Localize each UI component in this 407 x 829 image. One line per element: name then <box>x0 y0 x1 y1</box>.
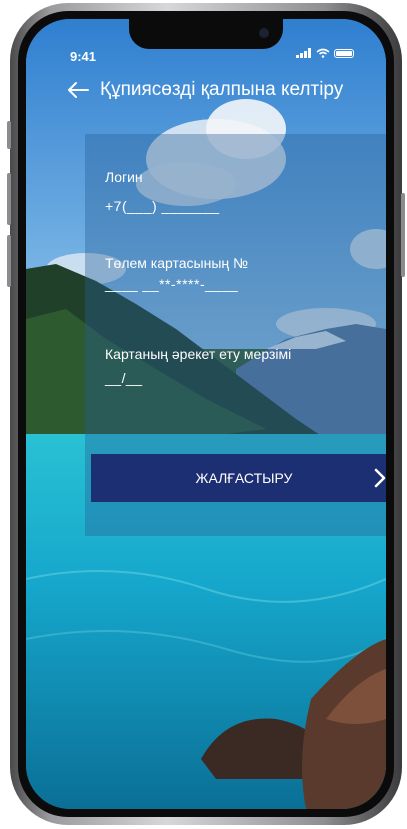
phone-frame: 9:41 Құпиясөзді қалпына келтіру Логин +7… <box>7 3 405 825</box>
page-header: Құпиясөзді қалпына келтіру <box>66 79 343 101</box>
mute-switch <box>7 121 11 149</box>
expiry-label: Картаның әрекет ету мерзімі <box>105 346 292 362</box>
continue-button[interactable]: ЖАЛҒАСТЫРУ <box>91 454 386 502</box>
volume-up-button <box>7 173 11 225</box>
wifi-icon <box>316 48 330 58</box>
page-title: Құпиясөзді қалпына келтіру <box>100 79 344 100</box>
login-prefix: +7( <box>105 198 128 214</box>
arrow-left-icon[interactable] <box>66 80 90 100</box>
restore-password-form: Логин +7(___) _______ Төлем картасының №… <box>85 134 386 536</box>
battery-icon <box>334 48 354 58</box>
login-mask: ___) _______ <box>127 198 220 214</box>
front-camera <box>259 28 269 38</box>
status-time: 9:41 <box>70 49 97 64</box>
login-input[interactable]: +7(___) _______ <box>105 198 220 214</box>
card-number-label: Төлем картасының № <box>105 255 249 271</box>
volume-down-button <box>7 235 11 287</box>
chevron-right-icon <box>374 468 386 488</box>
screen: 9:41 Құпиясөзді қалпына келтіру Логин +7… <box>26 19 386 809</box>
card-number-input[interactable]: ____ __**-****-____ <box>105 276 238 292</box>
login-label: Логин <box>105 169 143 185</box>
power-button <box>401 193 405 277</box>
continue-button-label: ЖАЛҒАСТЫРУ <box>195 470 293 486</box>
status-icons <box>296 48 354 58</box>
cellular-signal-icon <box>296 48 311 58</box>
expiry-input[interactable]: __/__ <box>105 370 143 386</box>
